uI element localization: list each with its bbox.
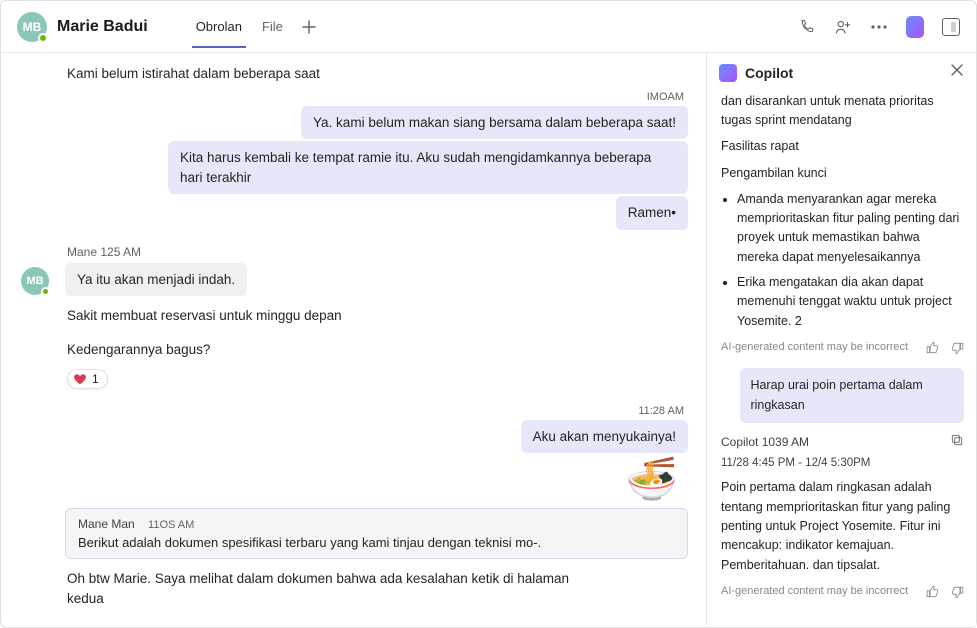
- reaction-count: 1: [92, 372, 99, 386]
- close-icon: [950, 63, 964, 77]
- heart-icon: [73, 372, 87, 386]
- copilot-key-list: Amanda menyarankan agar mereka mempriori…: [721, 190, 964, 332]
- tab-file[interactable]: File: [254, 5, 291, 48]
- list-item: Amanda menyarankan agar mereka mempriori…: [737, 190, 964, 268]
- presence-indicator: [38, 33, 48, 43]
- copy-icon: [950, 433, 964, 447]
- chat-header: MB Marie Badui Obrolan File: [1, 1, 976, 53]
- call-button[interactable]: [798, 18, 816, 36]
- chat-title: Marie Badui: [57, 18, 148, 36]
- avatar-initials: MB: [23, 20, 42, 34]
- timestamp: IMOAM: [65, 91, 684, 103]
- tab-chat[interactable]: Obrolan: [188, 5, 250, 48]
- panel-icon: [942, 18, 960, 36]
- ai-disclaimer: AI-generated content may be incorrect: [721, 339, 964, 356]
- message-received[interactable]: Ya itu akan menjadi indah.: [65, 263, 247, 297]
- copy-button[interactable]: [950, 433, 964, 453]
- message-sent[interactable]: Ya. kami belum makan siang bersama dalam…: [301, 106, 688, 140]
- add-tab-button[interactable]: [295, 13, 323, 41]
- message-sent[interactable]: Ramen•: [616, 196, 688, 230]
- copilot-answer-body: Poin pertama dalam ringkasan adalah tent…: [721, 478, 964, 575]
- message-text: Kami belum istirahat dalam beberapa saat: [65, 60, 322, 88]
- copilot-panel: Copilot dan disarankan untuk menata prio…: [706, 53, 976, 626]
- more-button[interactable]: [870, 18, 888, 36]
- copilot-summary-line: dan disarankan untuk menata prioritas tu…: [721, 92, 964, 131]
- header-actions: [798, 18, 960, 36]
- timestamp: 11:28 AM: [65, 405, 684, 417]
- copilot-icon: [906, 16, 924, 38]
- reaction-chip[interactable]: 1: [67, 369, 108, 389]
- quoted-header: Mane Man 11OS AM: [78, 517, 675, 531]
- plus-icon: [302, 20, 316, 34]
- more-icon: [871, 25, 887, 29]
- tabs: Obrolan File: [188, 5, 323, 48]
- thumbs-up-icon[interactable]: [926, 341, 940, 355]
- quoted-body: Berikut adalah dokumen spesifikasi terba…: [78, 535, 675, 550]
- quoted-sender: Mane Man: [78, 517, 135, 531]
- chat-scroll-area[interactable]: Kami belum istirahat dalam beberapa saat…: [1, 53, 706, 626]
- copilot-icon: [719, 64, 737, 82]
- copilot-header: Copilot: [707, 53, 976, 92]
- quoted-message[interactable]: Mane Man 11OS AM Berikut adalah dokumen …: [65, 508, 688, 559]
- message-sent[interactable]: Aku akan menyukainya!: [521, 420, 688, 454]
- phone-icon: [799, 19, 815, 35]
- message-received[interactable]: Sakit membuat reservasi untuk minggu dep…: [65, 302, 344, 330]
- panel-toggle[interactable]: [942, 18, 960, 36]
- copilot-answer-header: Copilot 1039 AM: [721, 433, 964, 453]
- add-people-button[interactable]: [834, 18, 852, 36]
- thumbs-up-icon[interactable]: [926, 585, 940, 599]
- ai-disclaimer: AI-generated content may be incorrect: [721, 583, 964, 600]
- copilot-scroll-area[interactable]: dan disarankan untuk menata prioritas tu…: [707, 92, 976, 626]
- quoted-timestamp: 11OS AM: [148, 519, 194, 531]
- people-add-icon: [834, 18, 852, 36]
- thumbs-down-icon[interactable]: [950, 585, 964, 599]
- message-group-other: MB Mane 125 AM Ya itu akan menjadi indah…: [65, 243, 688, 391]
- copilot-toggle[interactable]: [906, 18, 924, 36]
- copilot-title: Copilot: [745, 65, 793, 81]
- avatar[interactable]: MB: [21, 267, 49, 295]
- copilot-user-prompt[interactable]: Harap urai poin pertama dalam ringkasan: [740, 368, 964, 423]
- emoji-message[interactable]: 🍜: [65, 458, 678, 500]
- sender-timestamp: Mane 125 AM: [67, 245, 688, 259]
- avatar[interactable]: MB: [17, 12, 47, 42]
- presence-indicator: [41, 287, 50, 296]
- close-button[interactable]: [950, 63, 964, 82]
- message-received[interactable]: Kedengarannya bagus?: [65, 336, 212, 364]
- message-text: Oh btw Marie. Saya melihat dalam dokumen…: [65, 565, 585, 612]
- list-item: Erika mengatakan dia akan dapat memenuhi…: [737, 273, 964, 331]
- copilot-section-heading: Pengambilan kunci: [721, 164, 964, 183]
- copilot-summary-line: Fasilitas rapat: [721, 137, 964, 156]
- copilot-date-range: 11/28 4:45 PM - 12/4 5:30PM: [721, 455, 964, 473]
- message-sent[interactable]: Kita harus kembali ke tempat ramie itu. …: [168, 141, 688, 194]
- thumbs-down-icon[interactable]: [950, 341, 964, 355]
